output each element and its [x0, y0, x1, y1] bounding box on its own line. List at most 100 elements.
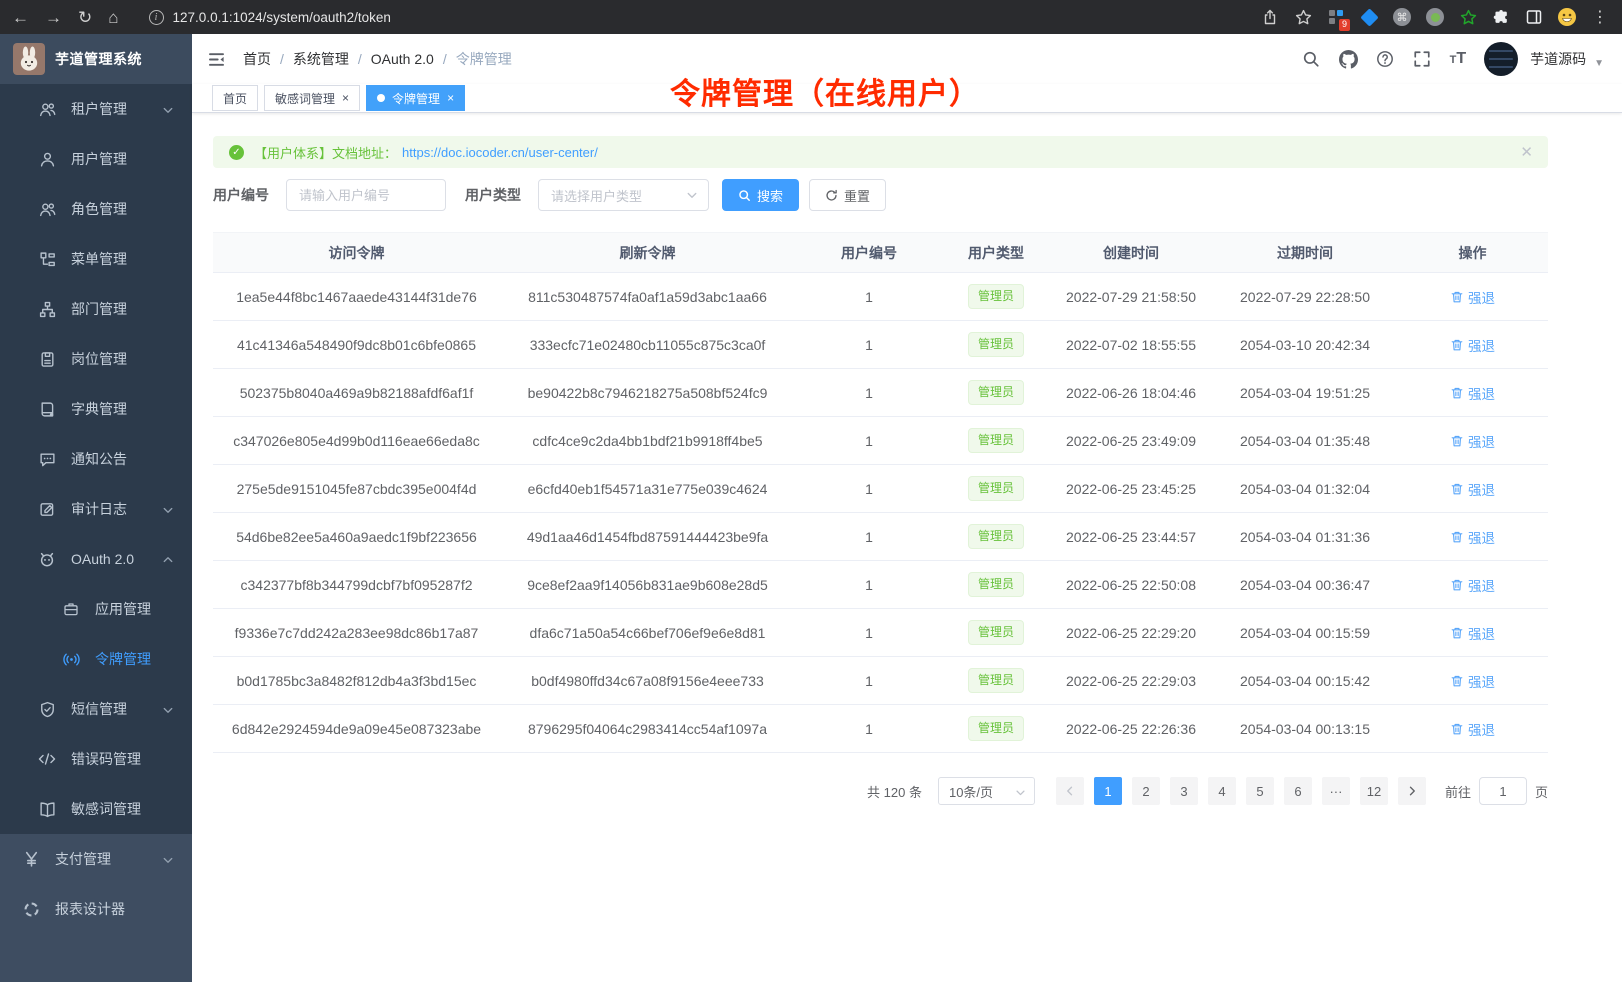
user-type-select[interactable]: 请选择用户类型 — [538, 179, 709, 211]
force-logout-button[interactable]: 强退 — [1450, 719, 1495, 739]
breadcrumb-item[interactable]: 首页 — [243, 49, 271, 69]
force-logout-button[interactable]: 强退 — [1450, 335, 1495, 355]
help-icon[interactable] — [1376, 50, 1395, 69]
next-page-button[interactable] — [1398, 777, 1426, 805]
sidebar-item-audit-log[interactable]: 审计日志 — [0, 484, 192, 534]
font-size-icon[interactable]: TT — [1450, 51, 1467, 67]
action-cell: 强退 — [1397, 705, 1548, 753]
chevron-down-icon — [162, 703, 174, 715]
sidebar-item-tenant[interactable]: 租户管理 — [0, 84, 192, 134]
sidebar-item-notice[interactable]: 通知公告 — [0, 434, 192, 484]
browser-menu-icon[interactable]: ⋮ — [1590, 7, 1610, 27]
sidebar-item-sms[interactable]: 短信管理 — [0, 684, 192, 734]
announcement-icon — [38, 450, 56, 468]
sidebar-item-user[interactable]: 用户管理 — [0, 134, 192, 184]
home-icon[interactable]: ⌂ — [108, 9, 118, 26]
user-id-input[interactable] — [286, 179, 446, 211]
site-info-icon[interactable]: i — [149, 10, 164, 25]
tab-close-icon[interactable]: × — [342, 92, 349, 104]
page-button-2[interactable]: 2 — [1132, 777, 1160, 805]
sidebar-item-label: 租户管理 — [71, 99, 127, 119]
sidebar-item-oauth2-app[interactable]: 应用管理 — [0, 584, 192, 634]
back-icon[interactable]: ← — [12, 9, 29, 26]
extension-badge-icon[interactable]: 9 — [1326, 7, 1346, 27]
green-star-extension-icon[interactable] — [1458, 7, 1478, 27]
code-icon — [38, 750, 56, 768]
force-logout-button[interactable]: 强退 — [1450, 431, 1495, 451]
page-button-6[interactable]: 6 — [1284, 777, 1312, 805]
tab-首页[interactable]: 首页 — [212, 85, 258, 111]
access-token-cell: f9336e7c7dd242a283ee98dc86b17a87 — [213, 609, 500, 657]
tab-close-icon[interactable]: × — [447, 92, 454, 104]
fullscreen-icon[interactable] — [1413, 50, 1432, 69]
force-logout-label: 强退 — [1468, 623, 1495, 643]
username[interactable]: 芋道源码 — [1530, 49, 1586, 69]
search-button[interactable]: 搜索 — [722, 179, 799, 211]
dictionary-icon — [38, 400, 56, 418]
sidebar-item-oauth2[interactable]: OAuth 2.0 — [0, 534, 192, 584]
force-logout-button[interactable]: 强退 — [1450, 623, 1495, 643]
table-row: b0d1785bc3a8482f812db4a3f3bd15ecb0df4980… — [213, 657, 1548, 705]
gem-extension-icon[interactable] — [1359, 7, 1379, 27]
page-button-3[interactable]: 3 — [1170, 777, 1198, 805]
search-icon[interactable] — [1302, 50, 1321, 69]
force-logout-button[interactable]: 强退 — [1450, 479, 1495, 499]
alert-close-icon[interactable]: ✕ — [1520, 143, 1533, 161]
hamburger-icon[interactable] — [207, 50, 226, 69]
sidebar-item-sensitive-word[interactable]: 敏感词管理 — [0, 784, 192, 834]
tab-令牌管理[interactable]: 令牌管理× — [366, 85, 465, 111]
sidebar-item-error-code[interactable]: 错误码管理 — [0, 734, 192, 784]
page-ellipsis[interactable]: ··· — [1322, 777, 1350, 805]
address-bar[interactable]: i 127.0.0.1:1024/system/oauth2/token — [149, 10, 709, 25]
force-logout-button[interactable]: 强退 — [1450, 671, 1495, 691]
sidebar-item-oauth2-token[interactable]: 令牌管理 — [0, 634, 192, 684]
share-icon[interactable] — [1260, 7, 1280, 27]
puzzle-extensions-icon[interactable] — [1491, 7, 1511, 27]
sidebar-item-pay[interactable]: 支付管理 — [0, 834, 192, 884]
app-logo-bar[interactable]: 芋道管理系统 — [0, 34, 192, 84]
user-type-cell: 管理员 — [943, 369, 1049, 417]
page-size-select[interactable]: 10条/页 — [938, 777, 1035, 805]
sidebar-item-label: 审计日志 — [71, 499, 127, 519]
user-type-tag: 管理员 — [968, 476, 1024, 500]
sidebar-item-menu[interactable]: 菜单管理 — [0, 234, 192, 284]
signal-icon — [62, 650, 80, 668]
page-button-5[interactable]: 5 — [1246, 777, 1274, 805]
force-logout-label: 强退 — [1468, 671, 1495, 691]
record-extension-icon[interactable] — [1425, 7, 1445, 27]
user-id-cell: 1 — [795, 657, 943, 705]
page-button-1[interactable]: 1 — [1094, 777, 1122, 805]
page-button-12[interactable]: 12 — [1360, 777, 1388, 805]
sidebar-item-post[interactable]: 岗位管理 — [0, 334, 192, 384]
forward-icon[interactable]: → — [45, 9, 62, 26]
force-logout-button[interactable]: 强退 — [1450, 383, 1495, 403]
reload-icon[interactable]: ↻ — [78, 9, 92, 26]
bookmark-star-icon[interactable] — [1293, 7, 1313, 27]
breadcrumb-item[interactable]: 系统管理 — [293, 49, 349, 69]
breadcrumb-item[interactable]: OAuth 2.0 — [371, 51, 434, 67]
avatar[interactable] — [1484, 42, 1518, 76]
sidebar-item-dept[interactable]: 部门管理 — [0, 284, 192, 334]
sidebar-item-report[interactable]: 报表设计器 — [0, 884, 192, 934]
github-icon[interactable] — [1339, 50, 1358, 69]
chevron-down-icon[interactable]: ▼ — [1594, 58, 1604, 69]
access-token-cell: 275e5de9151045fe87cbdc395e004f4d — [213, 465, 500, 513]
trash-icon — [1450, 626, 1464, 640]
emoji-profile-icon[interactable] — [1557, 7, 1577, 27]
trash-icon — [1450, 386, 1464, 400]
sidebar-item-dict[interactable]: 字典管理 — [0, 384, 192, 434]
force-logout-button[interactable]: 强退 — [1450, 527, 1495, 547]
sidebar-item-role[interactable]: 角色管理 — [0, 184, 192, 234]
page-button-4[interactable]: 4 — [1208, 777, 1236, 805]
breadcrumb-separator: / — [358, 51, 362, 67]
command-extension-icon[interactable]: ⌘ — [1392, 7, 1412, 27]
goto-page-input[interactable] — [1479, 777, 1527, 805]
sidebar-menu: 租户管理用户管理角色管理菜单管理部门管理岗位管理字典管理通知公告审计日志 OAut… — [0, 84, 192, 982]
force-logout-button[interactable]: 强退 — [1450, 575, 1495, 595]
doc-link[interactable]: https://doc.iocoder.cn/user-center/ — [402, 145, 598, 160]
force-logout-button[interactable]: 强退 — [1450, 287, 1495, 307]
prev-page-button[interactable] — [1056, 777, 1084, 805]
reset-button[interactable]: 重置 — [809, 179, 886, 211]
side-panel-icon[interactable] — [1524, 7, 1544, 27]
tab-敏感词管理[interactable]: 敏感词管理× — [264, 85, 360, 111]
